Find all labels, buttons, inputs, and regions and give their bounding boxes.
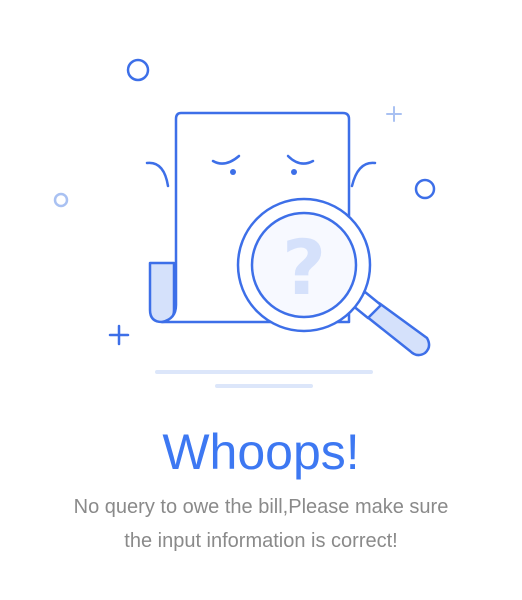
question-mark-glyph: ? [282,223,326,312]
empty-state-illustration: ? [53,58,436,388]
empty-state-title: Whoops! [162,424,360,480]
decor-circle-icon [126,58,150,82]
message-line-2: the input information is correct! [124,530,398,552]
decor-plus-icon [386,106,402,122]
empty-state-message: No query to owe the bill,Please make sur… [10,490,512,558]
decor-plus-icon [108,324,130,346]
decor-circle-icon [414,178,436,200]
message-line-1: No query to owe the bill,Please make sur… [73,496,449,518]
shelf-line [215,384,313,388]
decor-circle-icon [53,192,69,208]
magnifying-glass-icon: ? [236,197,431,357]
shelf-line [155,370,373,374]
